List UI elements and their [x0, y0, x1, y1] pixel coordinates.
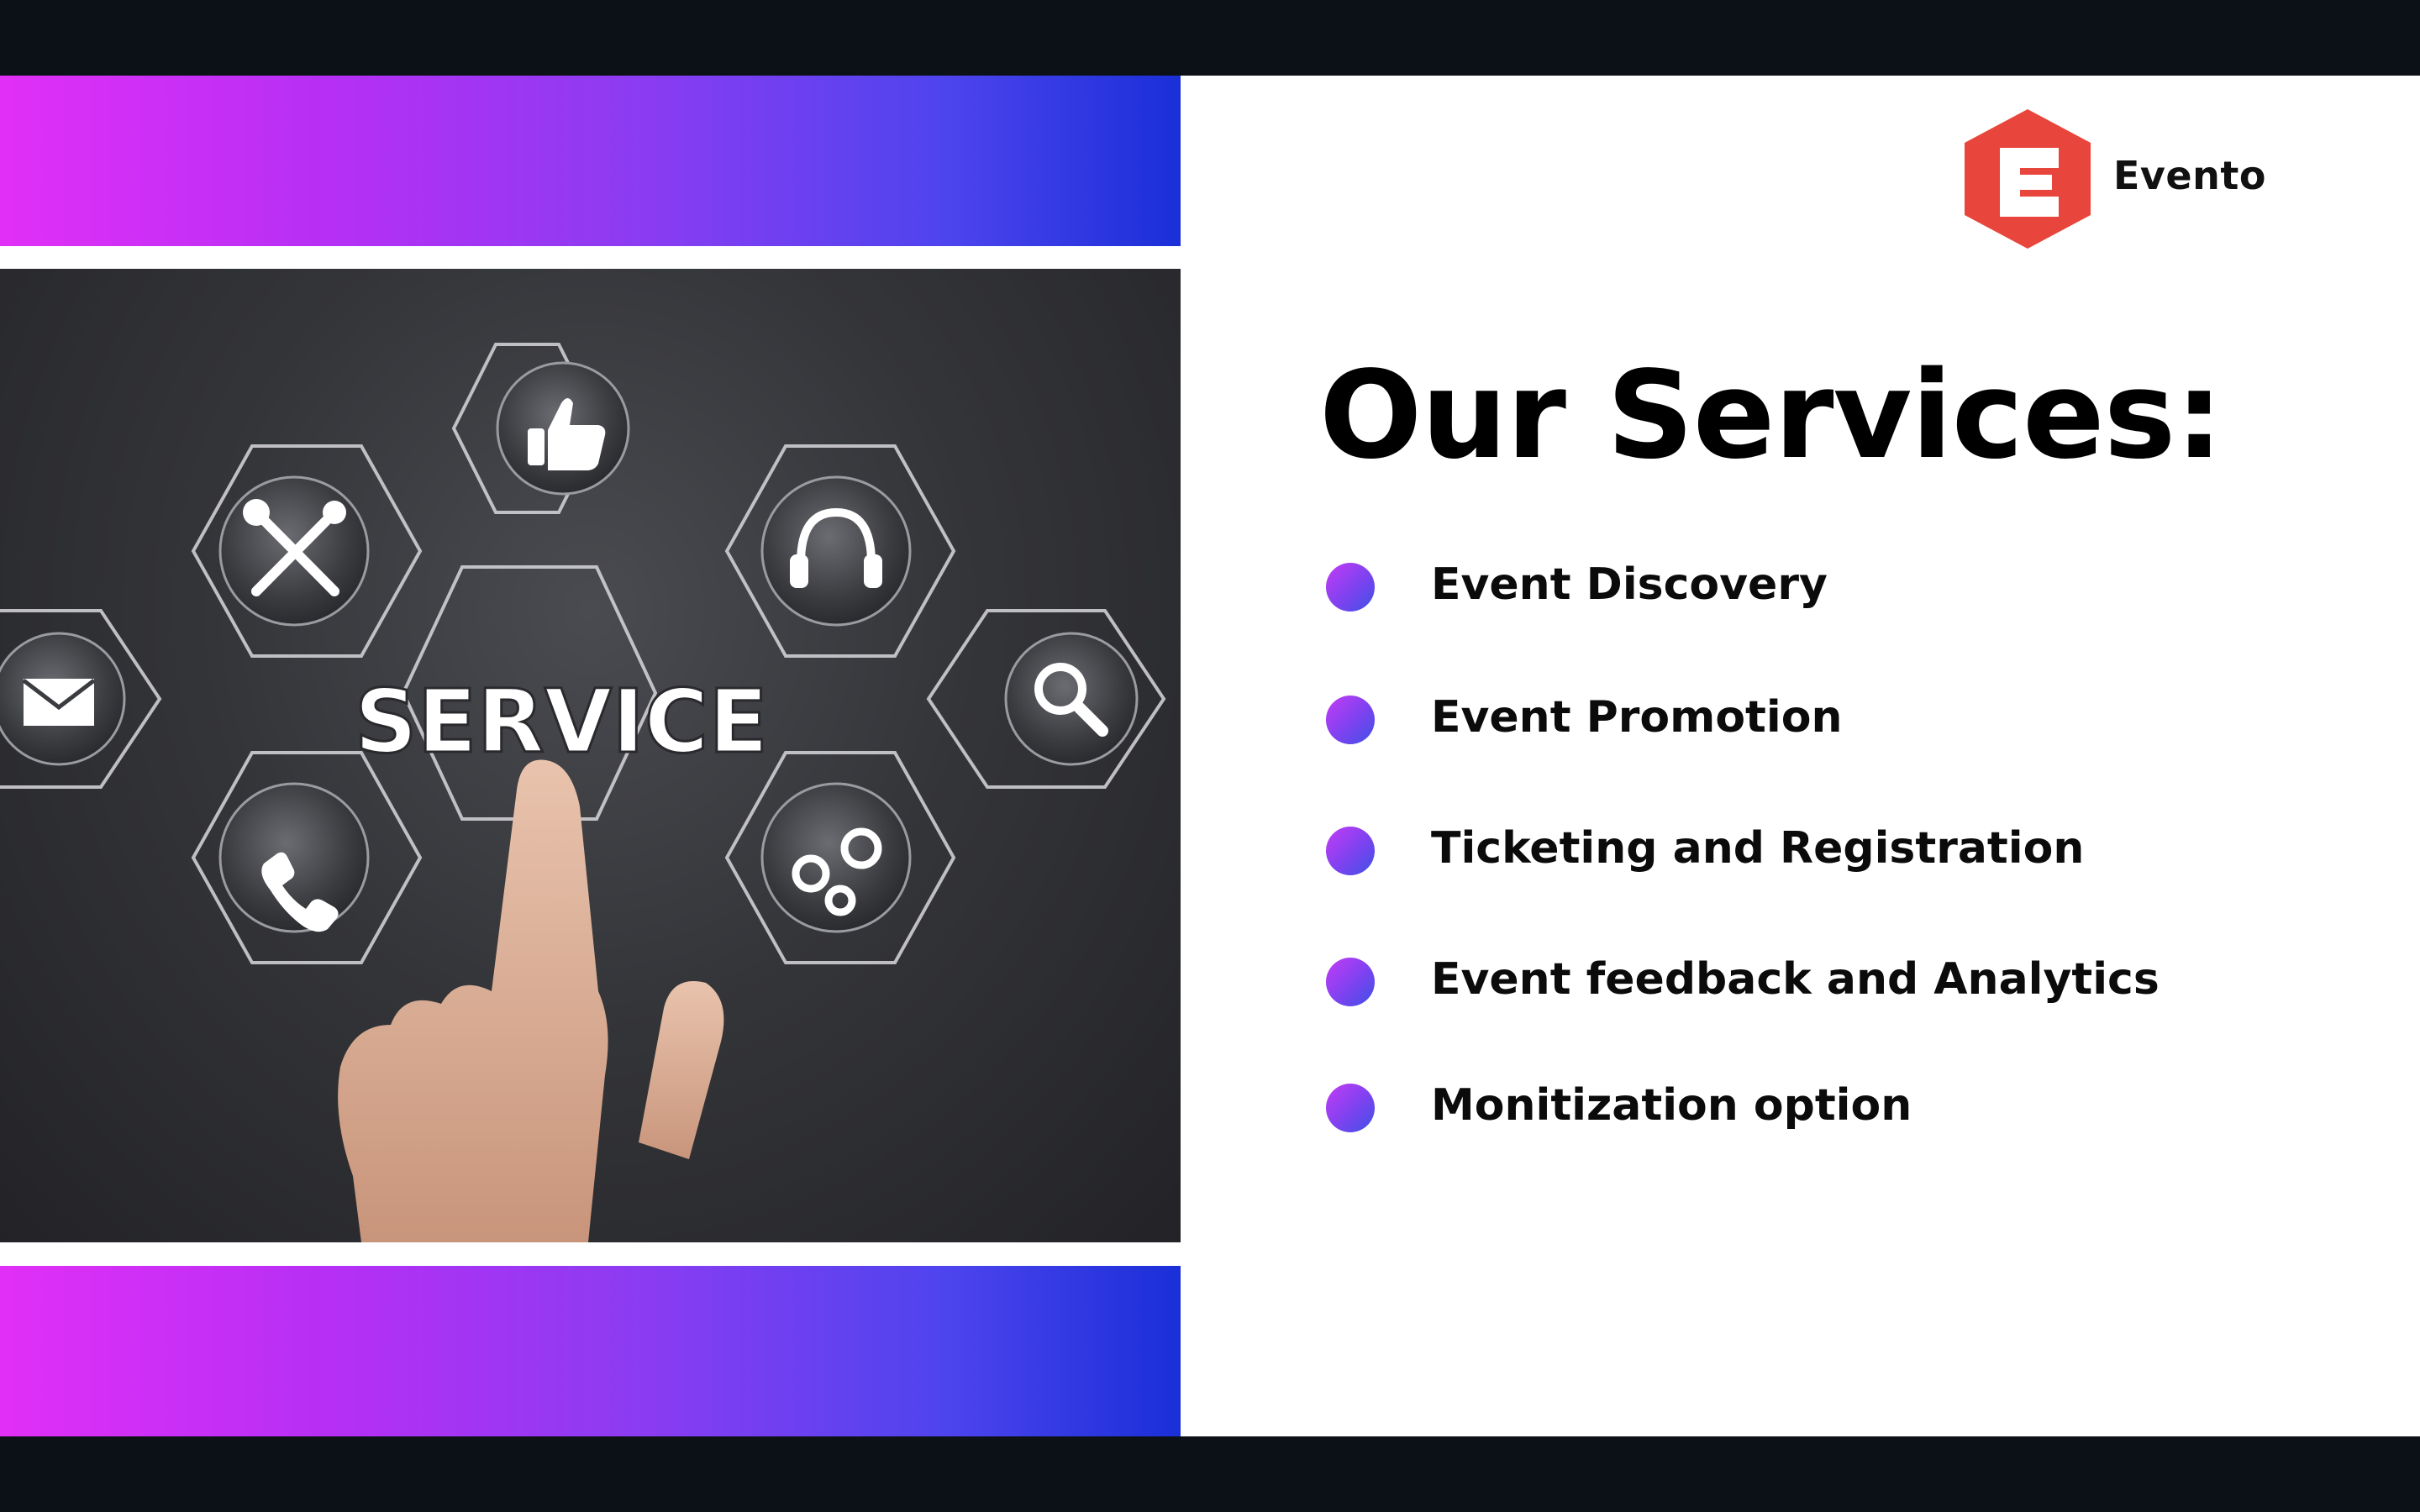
service-label: Event feedback and Analytics — [1431, 954, 2160, 1005]
list-item: Event Discovery — [1326, 553, 2334, 620]
bullet-dot — [1326, 696, 1375, 744]
page-title: Our Services: — [1319, 344, 2223, 486]
list-item: Ticketing and Registration — [1326, 816, 2334, 884]
list-item: Event feedback and Analytics — [1326, 948, 2334, 1015]
service-photo: SERVICE — [0, 269, 1181, 1242]
bullet-dot — [1326, 563, 1375, 612]
brand-name: Evento — [2113, 153, 2266, 198]
slide: SERVICE Evento Our Services: Event Disco… — [0, 76, 2420, 1436]
bullet-dot — [1326, 1084, 1375, 1132]
bottom-gradient-band — [0, 1266, 1181, 1436]
bullet-dot — [1326, 958, 1375, 1006]
service-label: Monitization option — [1431, 1080, 1912, 1131]
evento-logo-icon — [1965, 109, 2091, 249]
list-item: Event Promotion — [1326, 685, 2334, 753]
bullet-dot — [1326, 827, 1375, 875]
service-label: Event Promotion — [1431, 692, 1843, 743]
pointing-hand — [338, 759, 724, 1242]
top-gradient-band — [0, 76, 1181, 246]
service-label: Ticketing and Registration — [1431, 823, 2085, 874]
service-label: Event Discovery — [1431, 559, 1828, 610]
service-illustration: SERVICE — [0, 343, 1166, 1242]
mail-icon — [22, 679, 96, 726]
list-item: Monitization option — [1326, 1074, 2334, 1141]
service-word: SERVICE — [355, 670, 769, 773]
